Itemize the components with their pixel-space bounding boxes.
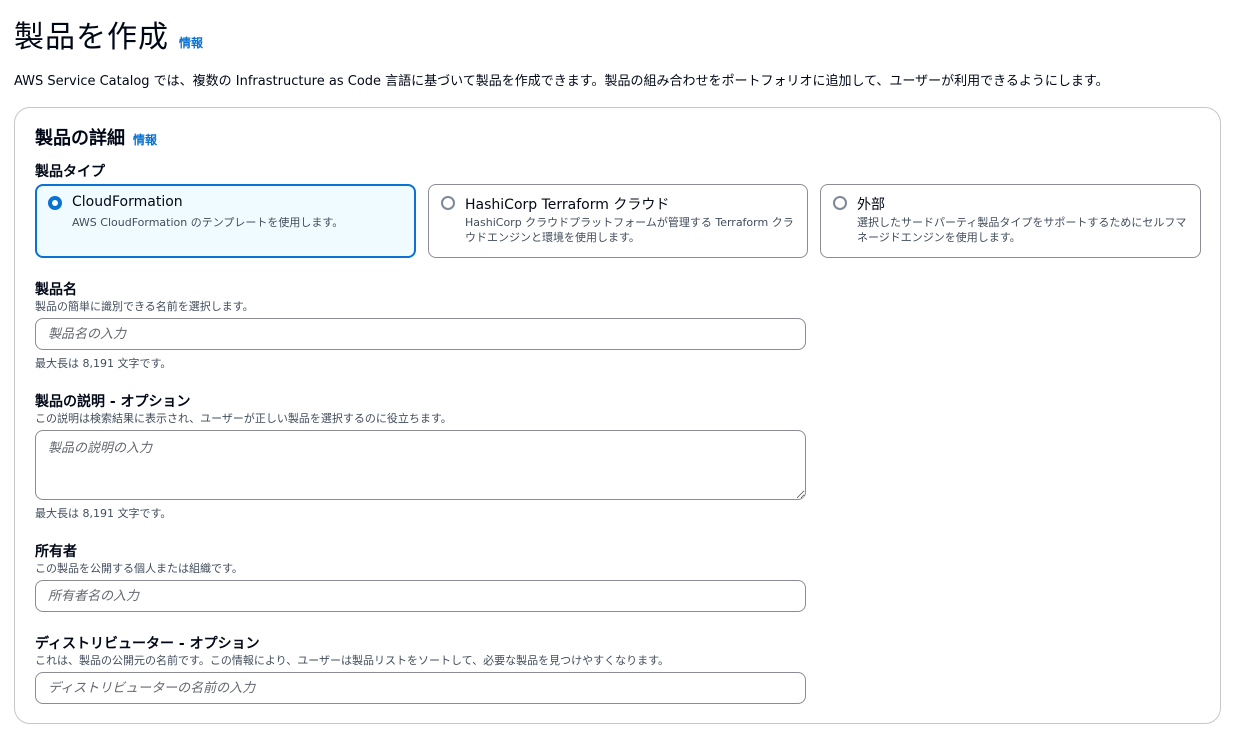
product-type-tile-external[interactable]: 外部 選択したサードパーティ製品タイプをサポートするためにセルフマネージドエンジ… [820,184,1201,258]
tile-title: HashiCorp Terraform クラウド [465,197,670,213]
distributor-input[interactable] [35,672,806,704]
radio-unselected-icon[interactable] [833,196,847,210]
page-header: 製品を作成 情報 AWS Service Catalog では、複数の Infr… [14,12,1230,89]
product-description-textarea[interactable] [35,430,806,500]
tile-title: 外部 [857,197,885,213]
product-name-description: 製品の簡単に識別できる名前を選択します。 [35,300,254,313]
owner-label: 所有者 [35,544,77,560]
section-title: 製品の詳細 [35,128,125,149]
distributor-label: ディストリビューター - オプション [35,636,260,652]
radio-selected-icon[interactable] [48,196,62,210]
product-name-label: 製品名 [35,282,77,298]
page-title: 製品を作成 [14,20,169,55]
owner-description: この製品を公開する個人または組織です。 [35,562,243,575]
owner-input[interactable] [35,580,806,612]
product-details-container: 製品の詳細 情報 製品タイプ CloudFormation AWS CloudF… [14,107,1221,724]
page-description: AWS Service Catalog では、複数の Infrastructur… [14,74,1109,89]
page-info-link[interactable]: 情報 [179,34,203,51]
product-name-input[interactable] [35,318,806,350]
tile-description: AWS CloudFormation のテンプレートを使用します。 [72,216,344,229]
title-row: 製品を作成 情報 [14,12,1230,56]
product-description-constraint: 最大長は 8,191 文字です。 [35,507,172,520]
tile-title: CloudFormation [72,194,183,210]
radio-unselected-icon[interactable] [441,196,455,210]
distributor-description: これは、製品の公開元の名前です。この情報により、ユーザーは製品リストをソートして… [35,654,670,667]
product-type-label: 製品タイプ [35,164,105,180]
product-type-tile-terraform[interactable]: HashiCorp Terraform クラウド HashiCorp クラウドプ… [428,184,808,258]
product-description-label: 製品の説明 - オプション [35,394,191,410]
tile-description: 選択したサードパーティ製品タイプをサポートするためにセルフマネージドエンジンを使… [857,216,1187,244]
product-name-constraint: 最大長は 8,191 文字です。 [35,357,172,370]
tile-description: HashiCorp クラウドプラットフォームが管理する Terraform クラ… [465,216,794,244]
section-info-link[interactable]: 情報 [133,131,157,148]
product-type-tile-cloudformation[interactable]: CloudFormation AWS CloudFormation のテンプレー… [35,184,416,258]
section-header: 製品の詳細 情報 [35,124,157,150]
product-description-help: この説明は検索結果に表示され、ユーザーが正しい製品を選択するのに役立ちます。 [35,412,452,425]
